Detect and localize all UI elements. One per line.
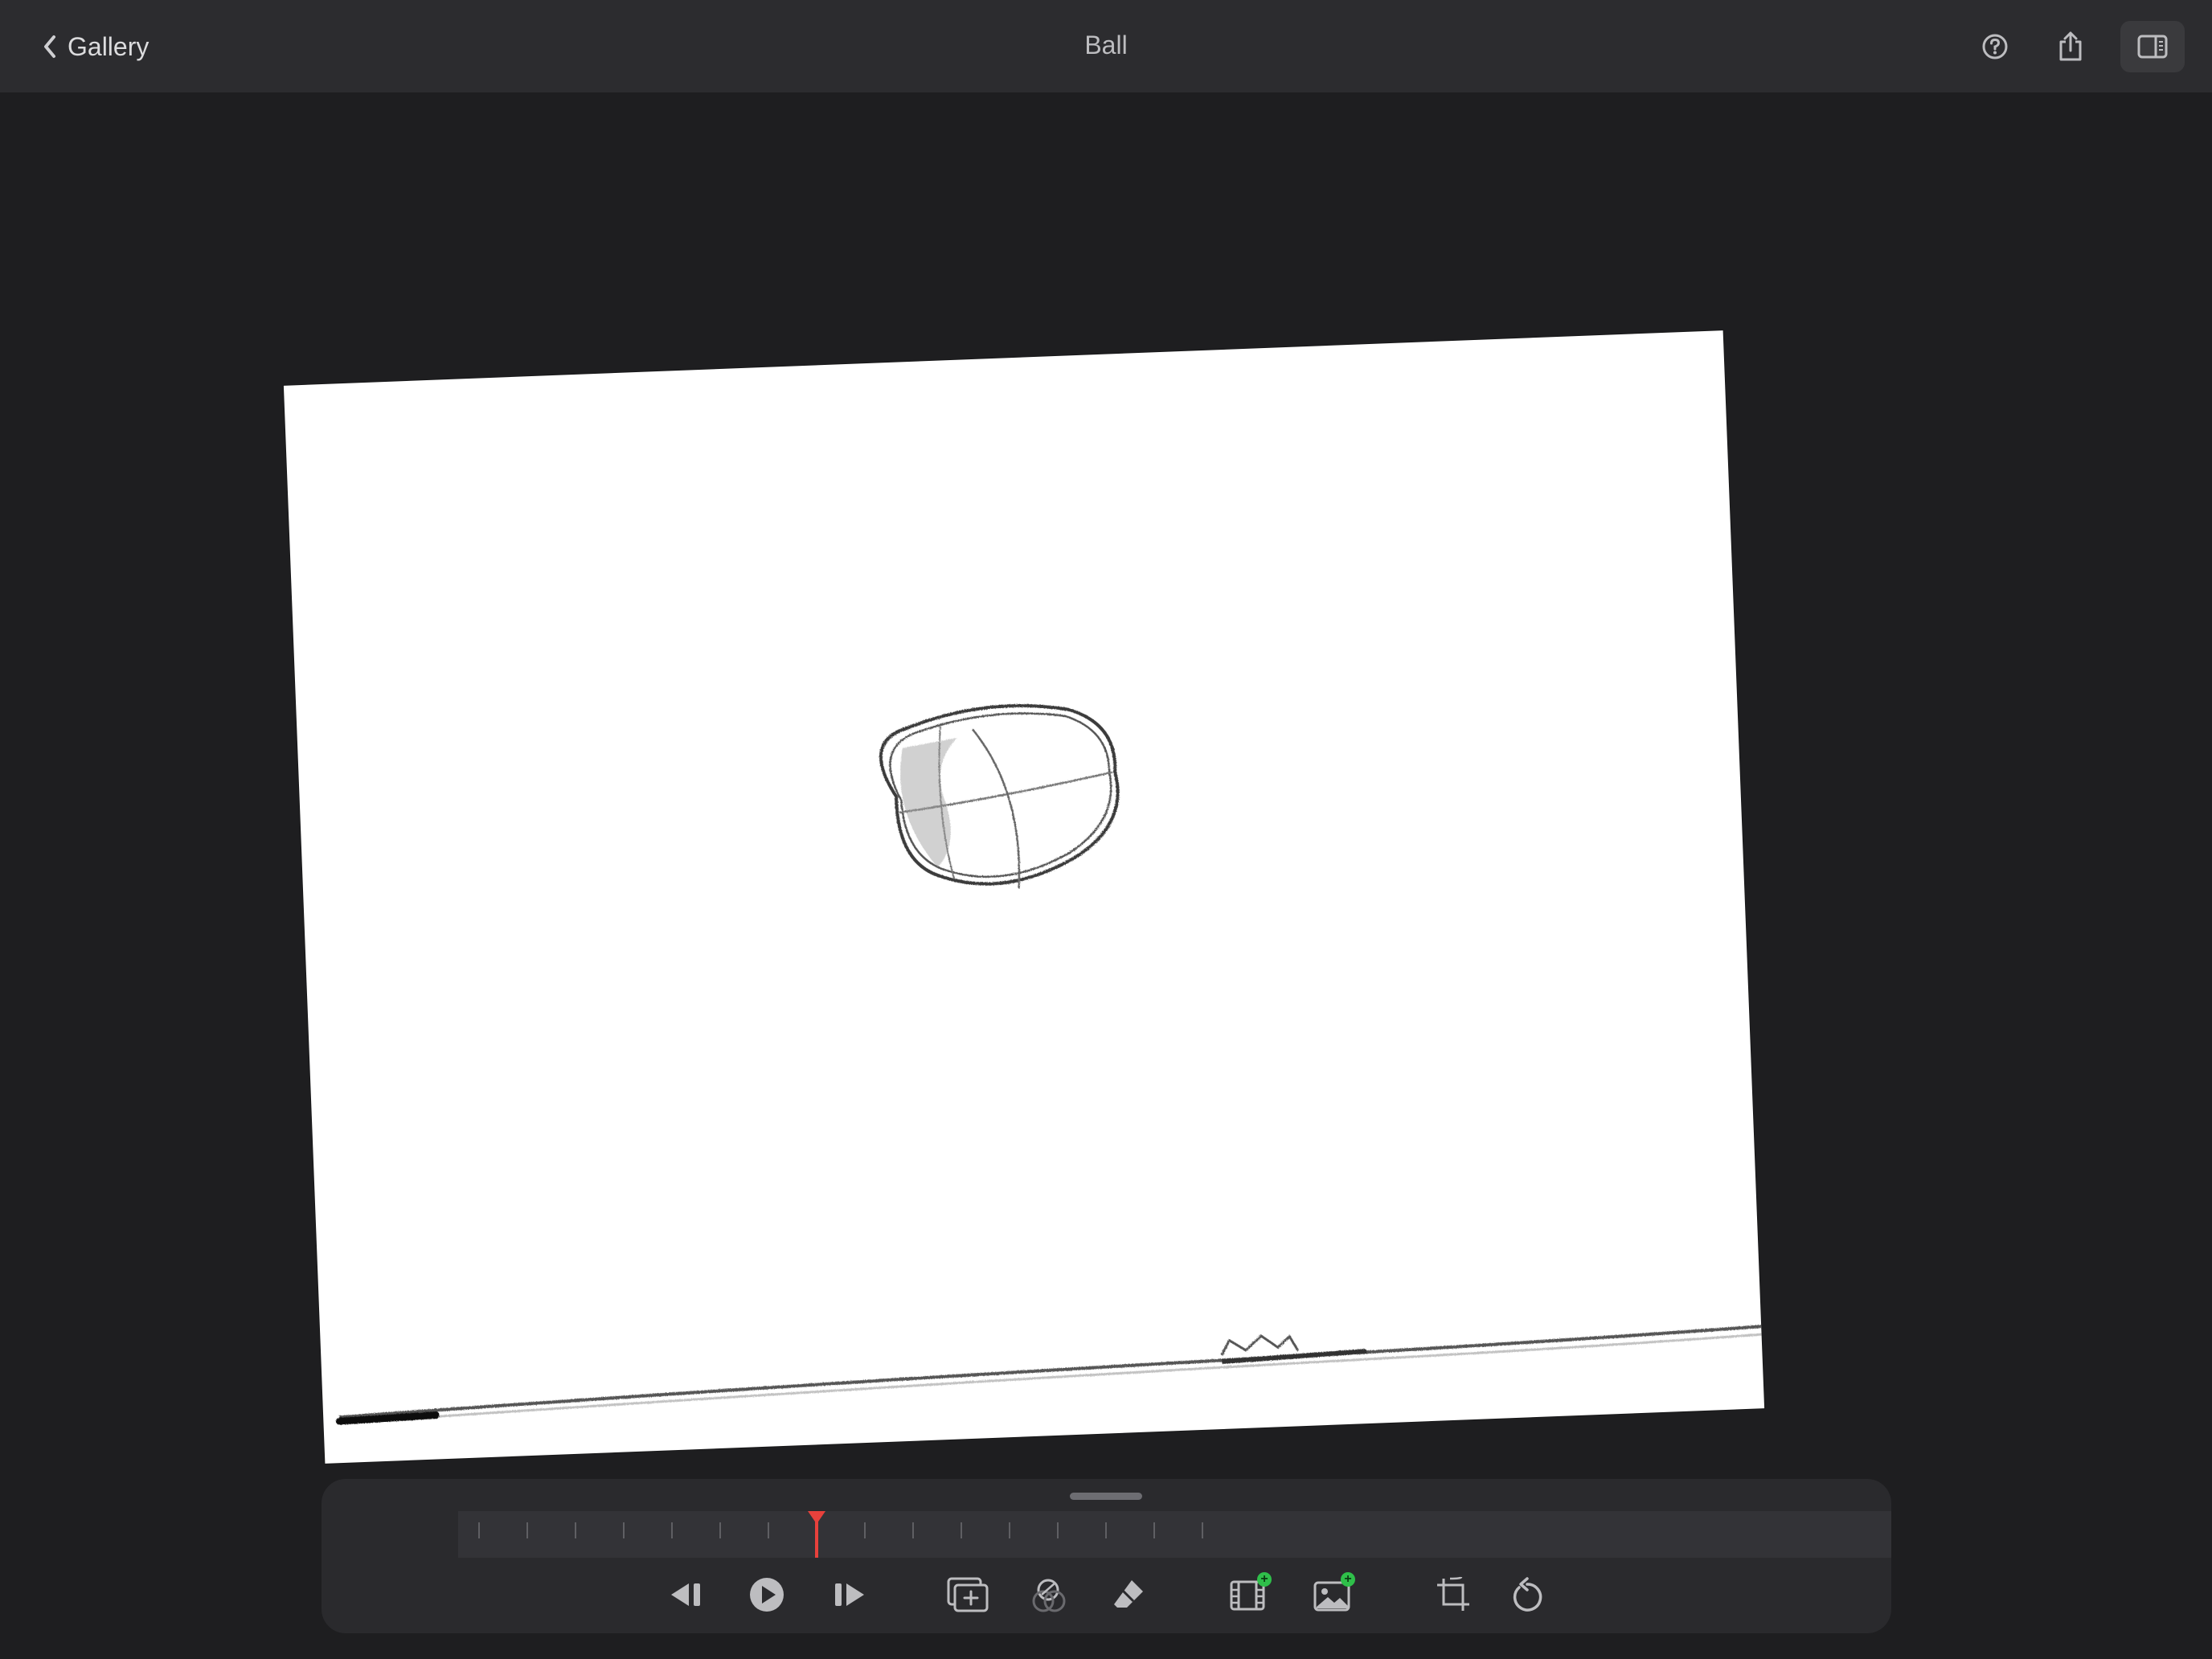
next-frame-button[interactable] — [822, 1569, 874, 1620]
undo-icon — [1509, 1576, 1545, 1613]
ground-line-sketch — [335, 1325, 1762, 1425]
eraser-button[interactable] — [1103, 1569, 1154, 1620]
drawing-canvas[interactable] — [283, 330, 1765, 1464]
back-to-gallery-button[interactable]: Gallery — [42, 29, 149, 64]
dock-grabber-handle[interactable] — [1070, 1493, 1142, 1500]
onion-skin-icon — [1030, 1575, 1069, 1614]
frame-tick[interactable] — [575, 1522, 576, 1538]
sidebar-toggle-icon — [2137, 35, 2168, 59]
sidebar-toggle-button[interactable] — [2120, 21, 2185, 72]
ball-sketch — [879, 704, 1120, 889]
frame-tick[interactable] — [961, 1522, 962, 1538]
frame-tick[interactable] — [768, 1522, 769, 1538]
playhead-marker[interactable] — [808, 1511, 825, 1524]
frame-tick[interactable] — [526, 1522, 528, 1538]
help-button[interactable] — [1972, 24, 2017, 69]
add-badge-icon: + — [1341, 1572, 1355, 1587]
next-frame-icon — [829, 1580, 867, 1609]
frame-tick[interactable] — [864, 1522, 866, 1538]
previous-frame-button[interactable] — [662, 1569, 713, 1620]
back-label: Gallery — [68, 31, 150, 61]
help-icon — [1981, 32, 2009, 61]
chevron-left-icon — [42, 34, 58, 59]
undo-button[interactable] — [1501, 1569, 1553, 1620]
add-video-button[interactable]: + — [1223, 1569, 1275, 1620]
frame-timeline[interactable] — [458, 1511, 1891, 1558]
playback-dock: + + — [322, 1479, 1891, 1633]
frame-tick[interactable] — [1057, 1522, 1059, 1538]
sketch-drawing — [335, 704, 1762, 1425]
share-icon — [2056, 31, 2085, 63]
add-frame-button[interactable] — [942, 1569, 993, 1620]
previous-frame-icon — [668, 1580, 707, 1609]
document-title: Ball — [1084, 31, 1128, 59]
crop-rotate-button[interactable] — [1428, 1569, 1479, 1620]
top-bar: Gallery Ball — [0, 0, 2212, 92]
frame-tick[interactable] — [1202, 1522, 1203, 1538]
add-image-button[interactable]: + — [1307, 1569, 1358, 1620]
play-icon — [748, 1576, 785, 1613]
frame-tick[interactable] — [1105, 1522, 1107, 1538]
share-button[interactable] — [2048, 24, 2093, 69]
add-frame-icon — [947, 1577, 989, 1612]
frame-tick[interactable] — [912, 1522, 914, 1538]
add-badge-icon: + — [1257, 1572, 1272, 1587]
frame-tick[interactable] — [719, 1522, 721, 1538]
frame-tick[interactable] — [478, 1522, 480, 1538]
frame-tick[interactable] — [1153, 1522, 1155, 1538]
frame-tick[interactable] — [671, 1522, 673, 1538]
play-button[interactable] — [741, 1569, 793, 1620]
eraser-icon — [1111, 1577, 1146, 1612]
frame-tick[interactable] — [623, 1522, 625, 1538]
frame-tick[interactable] — [1009, 1522, 1010, 1538]
onion-skin-button[interactable] — [1024, 1569, 1075, 1620]
crop-icon — [1434, 1575, 1473, 1614]
canvas-area[interactable] — [0, 92, 2212, 1659]
